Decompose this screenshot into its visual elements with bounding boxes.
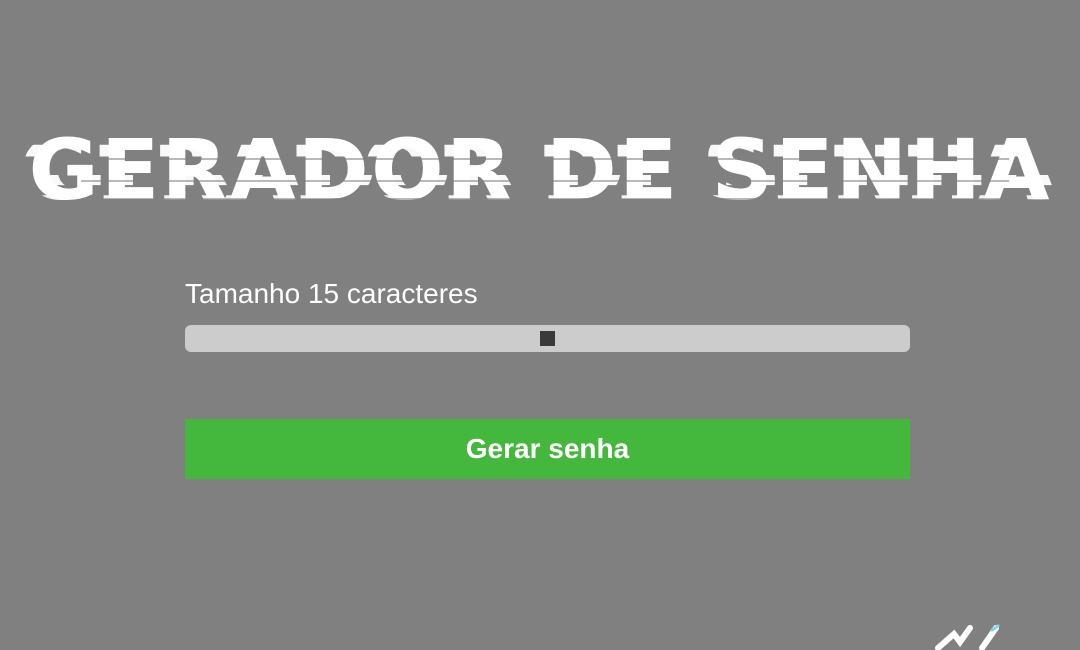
title-scanline [81,198,1010,200]
title-scanline [81,158,1010,160]
length-label: Tamanho 15 caracteres [185,278,478,309]
length-slider[interactable] [185,325,910,352]
generate-button-label: Gerar senha [465,433,630,464]
password-generator-page: GERADOR DE SENHA GERADOR DE SENHA GERADO… [0,0,1080,650]
generate-password-button[interactable]: Gerar senha [185,419,910,479]
watermark-logo-icon [935,624,1000,650]
slider-thumb[interactable] [540,331,555,346]
page-title: GERADOR DE SENHA GERADOR DE SENHA GERADO… [0,128,1080,212]
title-scanline [81,180,1010,182]
